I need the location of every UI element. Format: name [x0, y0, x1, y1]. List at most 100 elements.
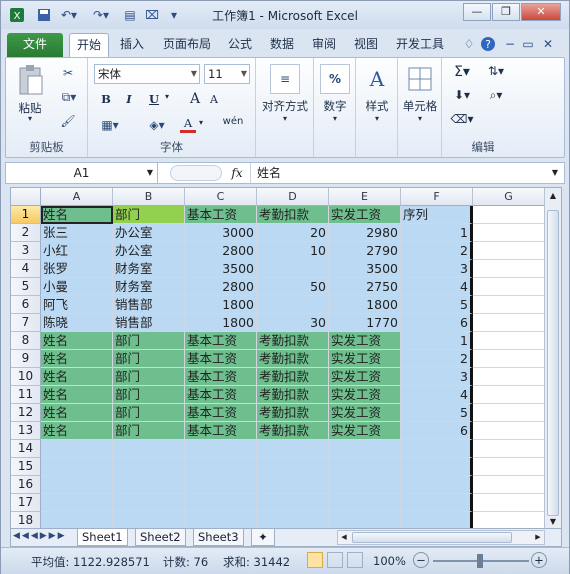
zoom-slider-thumb[interactable] — [477, 554, 483, 568]
cell-b12[interactable]: 部门 — [113, 404, 185, 422]
align-icon[interactable]: ≡ — [270, 64, 300, 94]
cell-d11[interactable]: 考勤扣款 — [257, 386, 329, 404]
cell-a10[interactable]: 姓名 — [41, 368, 113, 386]
cell-d2[interactable]: 20 — [257, 224, 329, 242]
font-size-select[interactable]: 11 ▼ — [204, 64, 250, 84]
underline-dropdown-icon[interactable]: ▾ — [162, 92, 172, 101]
horizontal-scroll-thumb[interactable] — [352, 532, 512, 543]
styles-dropdown-icon[interactable]: ▾ — [372, 114, 382, 123]
bold-button[interactable]: B — [98, 92, 114, 106]
cell-f18[interactable] — [401, 512, 473, 528]
cut-icon[interactable]: ✂ — [58, 64, 78, 82]
tab-page-layout[interactable]: 页面布局 — [157, 33, 217, 57]
cell-g3[interactable] — [473, 242, 545, 260]
cell-e5[interactable]: 2750 — [329, 278, 401, 296]
worksheet-grid[interactable]: A B C D E F G 1 姓名 部门 基本工资 考勤扣款 实发工资 序列 2 张三 办公室 3000 20 29… — [10, 187, 562, 529]
cell-g13[interactable] — [473, 422, 545, 440]
cell-f10[interactable]: 3 — [401, 368, 473, 386]
cell-b7[interactable]: 销售部 — [113, 314, 185, 332]
cell-a3[interactable]: 小红 — [41, 242, 113, 260]
doc-restore-icon[interactable]: ▭ — [521, 35, 535, 53]
sheet-tab-sheet3[interactable]: Sheet3 — [193, 529, 244, 546]
cell-g17[interactable] — [473, 494, 545, 512]
cell-g14[interactable] — [473, 440, 545, 458]
row-header-12[interactable]: 12 — [11, 404, 41, 422]
row-header-14[interactable]: 14 — [11, 440, 41, 458]
insert-function-button[interactable]: fx — [226, 163, 248, 183]
cells-dropdown-icon[interactable]: ▾ — [415, 114, 425, 123]
font-name-select[interactable]: 宋体 ▼ — [94, 64, 200, 84]
cell-a4[interactable]: 张罗 — [41, 260, 113, 278]
cell-b16[interactable] — [113, 476, 185, 494]
cell-g15[interactable] — [473, 458, 545, 476]
zoom-in-button[interactable]: + — [531, 552, 547, 568]
cell-f7[interactable]: 6 — [401, 314, 473, 332]
chevron-down-icon[interactable]: ▼ — [147, 163, 153, 183]
row-header-3[interactable]: 3 — [11, 242, 41, 260]
tab-review[interactable]: 审阅 — [307, 33, 341, 57]
tab-data[interactable]: 数据 — [265, 33, 299, 57]
row-header-16[interactable]: 16 — [11, 476, 41, 494]
cell-g6[interactable] — [473, 296, 545, 314]
autosum-button[interactable]: Σ▾ — [450, 64, 474, 80]
cell-b4[interactable]: 财务室 — [113, 260, 185, 278]
alignment-button[interactable]: 对齐方式 — [256, 98, 314, 114]
column-header-g[interactable]: G — [473, 188, 545, 206]
cell-a2[interactable]: 张三 — [41, 224, 113, 242]
cell-f1[interactable]: 序列 — [401, 206, 473, 224]
scroll-right-icon[interactable]: ▶ — [532, 531, 544, 544]
cell-c17[interactable] — [185, 494, 257, 512]
help-icon[interactable]: ? — [479, 35, 497, 53]
row-header-9[interactable]: 9 — [11, 350, 41, 368]
row-header-1[interactable]: 1 — [11, 206, 41, 224]
alignment-dropdown-icon[interactable]: ▾ — [280, 114, 290, 123]
ribbon-collapse-icon[interactable]: ♢ — [461, 35, 477, 53]
cell-f13[interactable]: 6 — [401, 422, 473, 440]
cell-d10[interactable]: 考勤扣款 — [257, 368, 329, 386]
cell-f3[interactable]: 2 — [401, 242, 473, 260]
copy-icon[interactable]: ⧉▾ — [56, 88, 82, 106]
cell-d13[interactable]: 考勤扣款 — [257, 422, 329, 440]
doc-close-icon[interactable]: ✕ — [541, 35, 555, 53]
styles-icon[interactable]: A — [362, 64, 392, 94]
cell-c16[interactable] — [185, 476, 257, 494]
cell-g9[interactable] — [473, 350, 545, 368]
cell-g12[interactable] — [473, 404, 545, 422]
cell-b17[interactable] — [113, 494, 185, 512]
cell-b14[interactable] — [113, 440, 185, 458]
cell-d7[interactable]: 30 — [257, 314, 329, 332]
zoom-out-button[interactable]: − — [413, 552, 429, 568]
cell-b8[interactable]: 部门 — [113, 332, 185, 350]
cell-b2[interactable]: 办公室 — [113, 224, 185, 242]
tab-insert[interactable]: 插入 — [113, 33, 151, 57]
cell-c6[interactable]: 1800 — [185, 296, 257, 314]
cell-f8[interactable]: 1 — [401, 332, 473, 350]
column-header-b[interactable]: B — [113, 188, 185, 206]
cell-b1[interactable]: 部门 — [113, 206, 185, 224]
formula-bar-resize-handle[interactable] — [170, 165, 222, 181]
tab-file[interactable]: 文件 — [7, 33, 63, 57]
zoom-level[interactable]: 100% — [373, 554, 406, 568]
cell-c2[interactable]: 3000 — [185, 224, 257, 242]
row-header-11[interactable]: 11 — [11, 386, 41, 404]
cell-f11[interactable]: 4 — [401, 386, 473, 404]
cell-g4[interactable] — [473, 260, 545, 278]
row-header-2[interactable]: 2 — [11, 224, 41, 242]
cell-f16[interactable] — [401, 476, 473, 494]
sheet-nav-icons[interactable]: ◀◀◀▶▶▶ — [13, 531, 71, 541]
cell-g5[interactable] — [473, 278, 545, 296]
fill-color-icon[interactable]: ◈▾ — [142, 116, 172, 134]
cell-a12[interactable]: 姓名 — [41, 404, 113, 422]
cell-e17[interactable] — [329, 494, 401, 512]
cell-c10[interactable]: 基本工资 — [185, 368, 257, 386]
clear-icon[interactable]: ⌫▾ — [450, 112, 474, 126]
cell-d16[interactable] — [257, 476, 329, 494]
scroll-up-icon[interactable]: ▲ — [546, 189, 560, 203]
cell-d3[interactable]: 10 — [257, 242, 329, 260]
cell-e3[interactable]: 2790 — [329, 242, 401, 260]
cell-g18[interactable] — [473, 512, 545, 528]
cell-c3[interactable]: 2800 — [185, 242, 257, 260]
cell-a7[interactable]: 陈晓 — [41, 314, 113, 332]
minimize-button[interactable]: — — [463, 3, 491, 21]
row-header-5[interactable]: 5 — [11, 278, 41, 296]
